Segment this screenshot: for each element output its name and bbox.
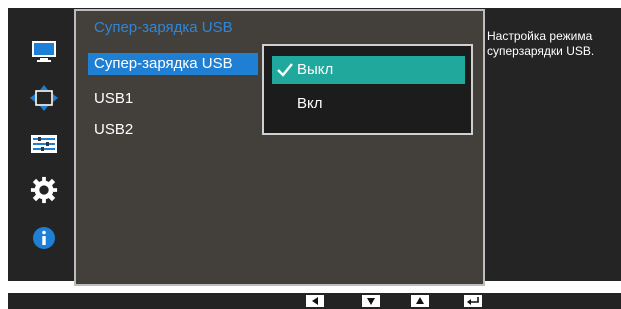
- category-sidebar: [8, 8, 74, 281]
- up-arrow-icon[interactable]: [411, 295, 429, 307]
- down-arrow-icon[interactable]: [362, 295, 380, 307]
- checkmark-icon: [277, 63, 293, 77]
- option-on[interactable]: Вкл: [272, 90, 465, 118]
- option-off-label: Выкл: [297, 61, 334, 78]
- gear-icon[interactable]: [30, 176, 58, 204]
- option-dropdown: Выкл Вкл: [262, 44, 473, 135]
- panel-title: Супер-зарядка USB: [94, 19, 233, 36]
- option-on-label: Вкл: [297, 95, 323, 112]
- menu-item-super-charging[interactable]: Супер-зарядка USB: [88, 53, 258, 75]
- enter-icon[interactable]: [464, 295, 482, 307]
- option-off[interactable]: Выкл: [272, 56, 465, 84]
- monitor-icon[interactable]: [30, 38, 58, 66]
- navigation-bar: [8, 293, 621, 309]
- left-arrow-icon[interactable]: [306, 295, 324, 307]
- menu-panel: Супер-зарядка USB Супер-зарядка USB USB1…: [74, 9, 485, 286]
- size-position-icon[interactable]: [30, 84, 58, 112]
- info-icon[interactable]: [30, 224, 58, 252]
- setup-icon[interactable]: [30, 130, 58, 158]
- help-text: Настройка режима суперзарядки USB.: [487, 29, 595, 58]
- menu-item-usb1[interactable]: USB1: [88, 88, 133, 110]
- menu-item-usb2[interactable]: USB2: [88, 119, 133, 141]
